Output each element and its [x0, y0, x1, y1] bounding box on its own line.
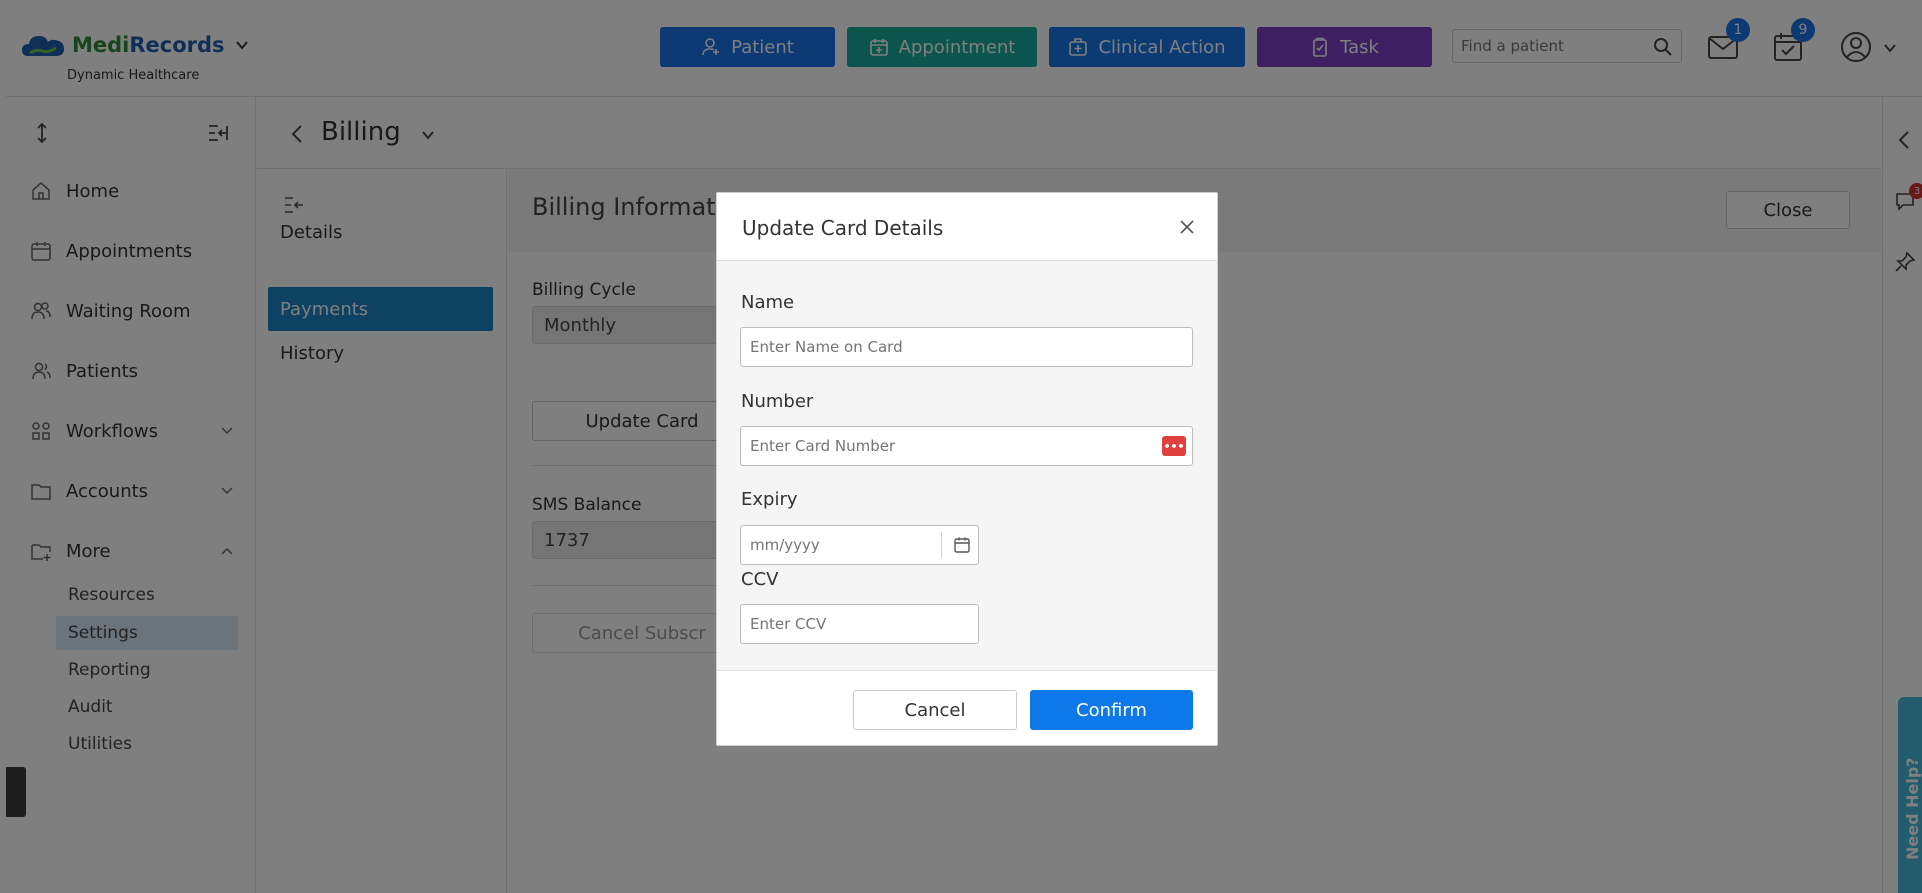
divider [941, 532, 942, 558]
ccv-field[interactable] [740, 604, 979, 644]
update-card-modal: Update Card Details Name Number ••• Expi… [716, 192, 1218, 746]
modal-footer: Cancel Confirm [717, 670, 1217, 745]
name-input[interactable] [741, 328, 1192, 366]
card-number-field[interactable]: ••• [740, 426, 1193, 466]
ccv-input[interactable] [741, 605, 978, 643]
expiry-label: Expiry [741, 489, 798, 510]
number-label: Number [741, 391, 814, 412]
password-manager-icon[interactable]: ••• [1162, 436, 1186, 456]
expiry-input[interactable] [741, 526, 937, 564]
confirm-button[interactable]: Confirm [1030, 690, 1193, 730]
card-number-input[interactable] [741, 427, 1192, 465]
modal-title: Update Card Details [742, 216, 944, 240]
name-label: Name [741, 292, 795, 313]
modal-header: Update Card Details [717, 193, 1217, 261]
calendar-icon[interactable] [953, 536, 971, 554]
expiry-field[interactable] [740, 525, 979, 565]
ccv-label: CCV [741, 569, 779, 590]
close-icon[interactable] [1178, 218, 1196, 236]
name-field[interactable] [740, 327, 1193, 367]
cancel-button[interactable]: Cancel [853, 690, 1017, 730]
